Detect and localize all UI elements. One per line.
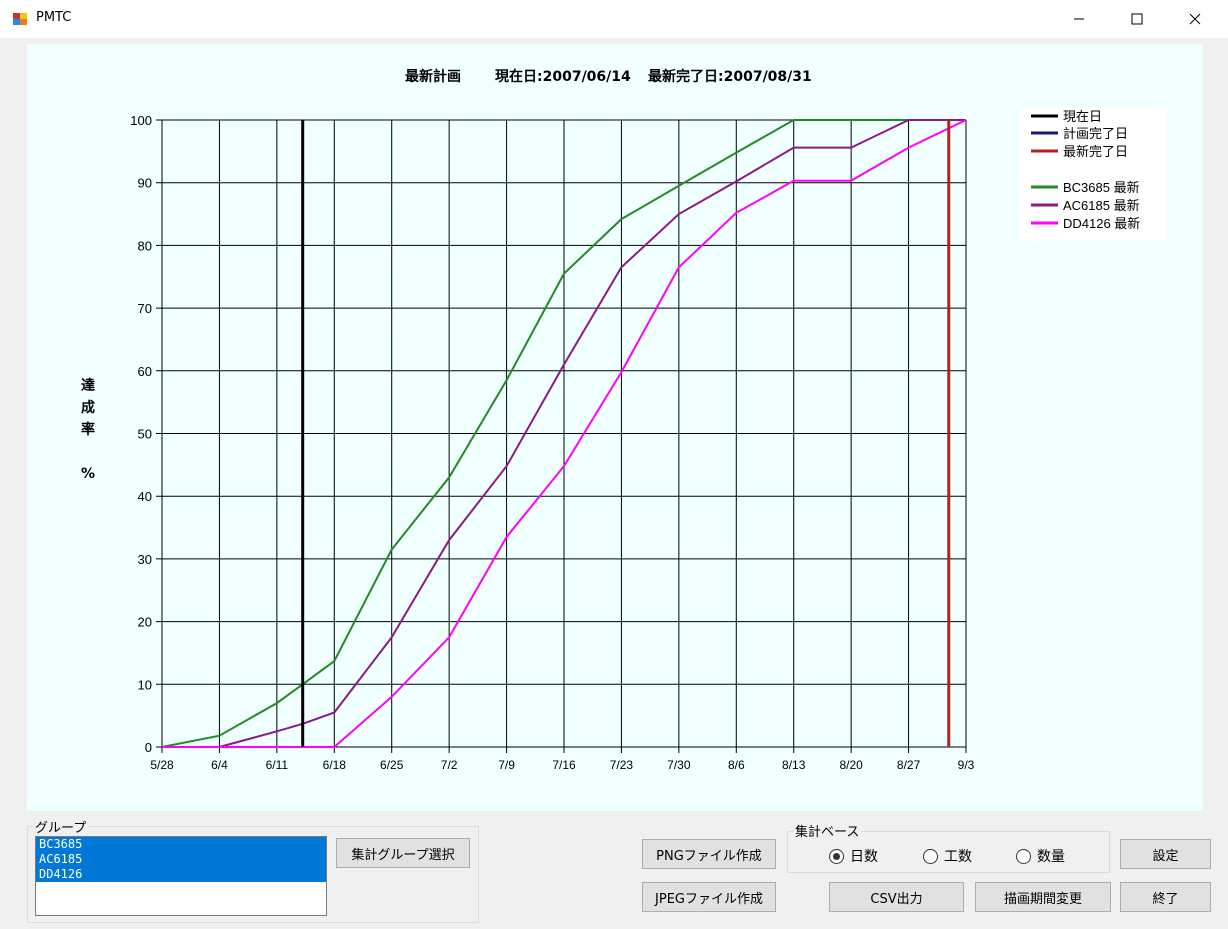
x-tick-label: 7/16 [552,758,576,772]
y-axis-label-char: 達 [81,377,95,394]
minimize-button[interactable] [1056,0,1102,38]
y-tick-label: 40 [138,489,152,504]
maximize-icon [1131,13,1143,25]
y-tick-label: 10 [138,677,152,692]
legend-label: BC3685 最新 [1063,180,1140,195]
jpeg-export-button[interactable]: JPEGファイル作成 [642,882,776,912]
y-tick-label: 30 [138,552,152,567]
chart-title: 最新計画 [405,68,461,85]
y-tick-label: 50 [138,427,152,442]
change-period-button[interactable]: 描画期間変更 [975,882,1111,912]
x-tick-label: 6/25 [380,758,404,772]
x-tick-label: 5/28 [150,758,174,772]
y-tick-label: 20 [138,615,152,630]
chart-legend: 現在日計画完了日最新完了日 BC3685 最新 AC6185 最新 DD4126 最新 [1019,107,1167,241]
select-group-button[interactable]: 集計グループ選択 [336,838,470,868]
radio-selected-icon [829,848,844,864]
x-tick-label: 6/11 [266,758,289,772]
radio-quantity[interactable]: 数量 [1016,846,1065,866]
x-tick-label: 7/30 [667,758,691,772]
close-button[interactable] [1172,0,1218,38]
legend-label: 計画完了日 [1063,126,1128,141]
png-export-button[interactable]: PNGファイル作成 [642,839,776,869]
y-tick-label: 90 [138,176,152,191]
minimize-icon [1074,18,1084,20]
x-tick-label: 6/4 [211,758,228,772]
radio-quantity-label: 数量 [1037,849,1065,865]
radio-manhours-label: 工数 [944,849,972,865]
list-item[interactable]: BC3685 [36,837,326,852]
x-tick-label: 7/2 [441,758,458,772]
progress-chart: 最新計画 現在日:2007/06/14 最新完了日:2007/08/31 達成率… [81,68,1167,772]
title-bar: PMTC [0,0,1228,38]
y-tick-label: 80 [138,238,152,253]
y-axis-label: 達成率% [81,377,95,482]
maximize-button[interactable] [1114,0,1160,38]
y-tick-label: 60 [138,364,152,379]
legend-label: AC6185 最新 [1063,198,1140,213]
exit-button[interactable]: 終了 [1120,882,1211,912]
app-icon [13,13,27,25]
aggregation-label: 集計ベース [793,821,862,840]
y-tick-label: 0 [145,740,152,755]
latest-completion-label: 最新完了日:2007/08/31 [648,68,812,85]
y-axis-label-char: % [81,466,95,482]
legend-label: 現在日 [1063,109,1102,124]
list-item[interactable]: AC6185 [36,852,326,867]
x-tick-label: 8/20 [839,758,863,772]
y-axis-label-char: 成 [81,399,95,416]
x-tick-label: 9/3 [958,758,975,772]
window-title: PMTC [36,10,72,25]
radio-manhours[interactable]: 工数 [923,846,972,866]
close-icon [1189,13,1201,25]
radio-days-label: 日数 [850,849,878,865]
radio-unselected-icon [1016,848,1031,864]
legend-label: DD4126 最新 [1063,216,1140,231]
chart-grid [156,119,967,753]
y-axis-label-char: 率 [81,421,95,438]
current-date-label: 現在日:2007/06/14 [495,68,631,85]
x-tick-label: 7/9 [498,758,515,772]
csv-export-button[interactable]: CSV出力 [829,882,964,912]
x-tick-label: 8/13 [782,758,806,772]
settings-button[interactable]: 設定 [1120,839,1211,869]
group-label: グループ [33,817,89,836]
x-tick-label: 6/18 [323,758,347,772]
radio-unselected-icon [923,848,938,864]
group-listbox[interactable]: BC3685 AC6185 DD4126 [35,836,327,916]
chart-panel: 最新計画 現在日:2007/06/14 最新完了日:2007/08/31 達成率… [27,44,1203,811]
legend-label: 最新完了日 [1063,144,1128,159]
x-tick-label: 8/6 [728,758,745,772]
radio-days[interactable]: 日数 [829,846,878,866]
x-tick-label: 8/27 [897,758,921,772]
axis-ticks: 0 10 20 30 40 50 60 70 80 90 100 5/28 6/4 6/11 6/18 6/2… [130,113,974,772]
y-tick-label: 100 [130,113,152,128]
x-tick-label: 7/23 [610,758,634,772]
list-item[interactable]: DD4126 [36,867,326,882]
y-tick-label: 70 [138,301,152,316]
